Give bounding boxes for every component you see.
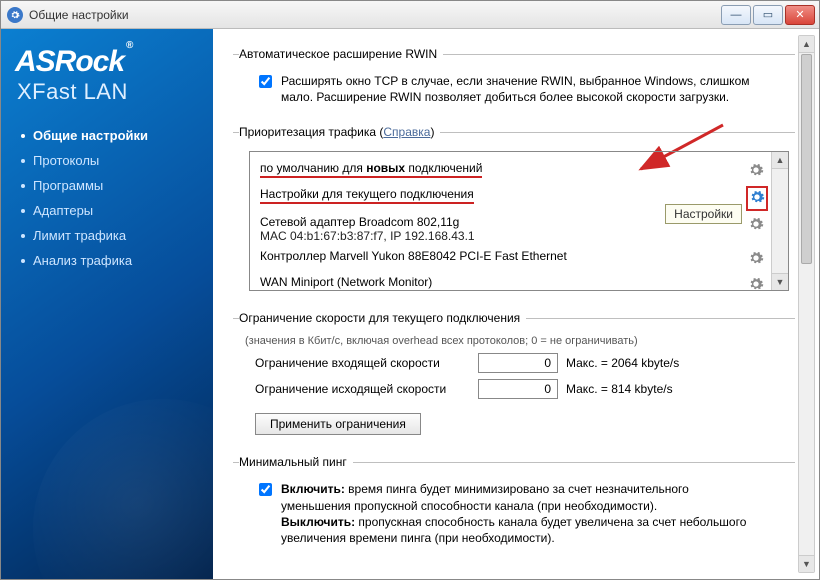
inner-scrollbar[interactable]: ▲ ▼ bbox=[771, 152, 788, 290]
priority-list: по умолчанию для новых подключений Настр… bbox=[249, 151, 789, 291]
speed-in-input[interactable] bbox=[478, 353, 558, 373]
speed-out-max: Макс. = 814 kbyte/s bbox=[566, 382, 673, 396]
scroll-up-icon[interactable]: ▲ bbox=[799, 36, 814, 53]
sidebar-item-traffic-analysis[interactable]: Анализ трафика bbox=[17, 248, 203, 273]
speed-out-label: Ограничение исходящей скорости bbox=[255, 382, 470, 396]
priority-row-wan: WAN Miniport (Network Monitor) bbox=[260, 272, 766, 298]
rwin-group: Автоматическое расширение RWIN Расширять… bbox=[233, 47, 795, 109]
ping-group: Минимальный пинг Включить: время пинга б… bbox=[233, 455, 795, 550]
main-panel: Автоматическое расширение RWIN Расширять… bbox=[213, 29, 819, 579]
scroll-down-icon[interactable]: ▼ bbox=[799, 555, 814, 572]
brand-product: XFast LAN bbox=[17, 79, 203, 105]
speed-group: Ограничение скорости для текущего подклю… bbox=[233, 311, 795, 439]
priority-row-label: по умолчанию для новых подключений bbox=[260, 161, 482, 178]
gear-tooltip: Настройки bbox=[665, 204, 742, 224]
priority-row-default: по умолчанию для новых подключений bbox=[260, 158, 766, 184]
speed-out-input[interactable] bbox=[478, 379, 558, 399]
gear-icon[interactable] bbox=[748, 250, 766, 269]
ping-legend: Минимальный пинг bbox=[239, 455, 353, 469]
close-button[interactable]: ✕ bbox=[785, 5, 815, 25]
sidebar: ASRock® XFast LAN Общие настройки Проток… bbox=[1, 29, 213, 579]
speed-in-label: Ограничение входящей скорости bbox=[255, 356, 470, 370]
scroll-up-icon[interactable]: ▲ bbox=[772, 152, 788, 169]
titlebar: Общие настройки — ▭ ✕ bbox=[1, 1, 819, 29]
sidebar-item-adapters[interactable]: Адаптеры bbox=[17, 198, 203, 223]
scroll-down-icon[interactable]: ▼ bbox=[772, 273, 788, 290]
sidebar-item-general[interactable]: Общие настройки bbox=[17, 123, 203, 148]
window-title: Общие настройки bbox=[29, 8, 721, 22]
apply-speed-button[interactable]: Применить ограничения bbox=[255, 413, 421, 435]
gear-icon[interactable] bbox=[748, 276, 766, 295]
brand-logo: ASRock® bbox=[15, 45, 203, 79]
ping-text: Включить: время пинга будет минимизирова… bbox=[281, 481, 761, 546]
scrollbar-thumb[interactable] bbox=[801, 54, 812, 264]
sidebar-nav: Общие настройки Протоколы Программы Адап… bbox=[11, 123, 203, 273]
ping-checkbox[interactable] bbox=[259, 483, 272, 496]
gear-icon[interactable] bbox=[748, 162, 766, 181]
gear-icon[interactable] bbox=[748, 188, 766, 209]
help-link[interactable]: Справка bbox=[383, 125, 430, 139]
priority-legend: Приоритезация трафика (Справка) bbox=[239, 125, 440, 139]
sidebar-item-traffic-limit[interactable]: Лимит трафика bbox=[17, 223, 203, 248]
speed-legend: Ограничение скорости для текущего подклю… bbox=[239, 311, 526, 325]
rwin-checkbox-label: Расширять окно TCP в случае, если значен… bbox=[281, 73, 761, 105]
speed-sublabel: (значения в Кбит/с, включая overhead все… bbox=[245, 335, 791, 347]
app-icon bbox=[7, 7, 23, 23]
speed-in-max: Макс. = 2064 kbyte/s bbox=[566, 356, 679, 370]
priority-row-label: WAN Miniport (Network Monitor) bbox=[260, 275, 740, 289]
priority-row-label: Настройки для текущего подключения bbox=[260, 187, 474, 204]
priority-row-sub: MAC 04:b1:67:b3:87:f7, IP 192.168.43.1 bbox=[260, 229, 740, 243]
priority-row-label: Контроллер Marvell Yukon 88E8042 PCI-E F… bbox=[260, 249, 740, 263]
priority-row-marvell: Контроллер Marvell Yukon 88E8042 PCI-E F… bbox=[260, 246, 766, 272]
priority-group: Приоритезация трафика (Справка) по умолч… bbox=[233, 125, 795, 295]
rwin-checkbox[interactable] bbox=[259, 75, 272, 88]
gear-icon[interactable] bbox=[748, 216, 766, 235]
minimize-button[interactable]: — bbox=[721, 5, 751, 25]
maximize-button[interactable]: ▭ bbox=[753, 5, 783, 25]
main-scrollbar[interactable]: ▲ ▼ bbox=[798, 35, 815, 573]
sidebar-item-protocols[interactable]: Протоколы bbox=[17, 148, 203, 173]
sidebar-item-programs[interactable]: Программы bbox=[17, 173, 203, 198]
rwin-legend: Автоматическое расширение RWIN bbox=[239, 47, 443, 61]
